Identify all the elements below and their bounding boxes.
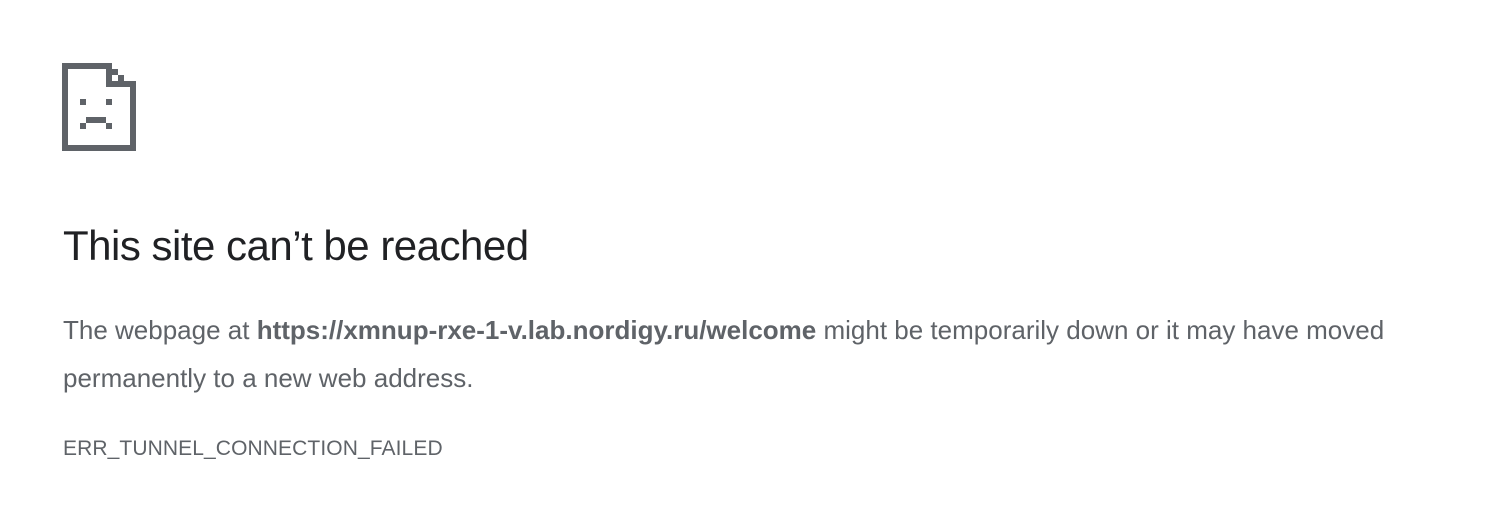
- description-prefix: The webpage at: [63, 315, 257, 345]
- error-code: ERR_TUNNEL_CONNECTION_FAILED: [63, 437, 443, 460]
- error-url: https://xmnup-rxe-1-v.lab.nordigy.ru/wel…: [256, 315, 817, 345]
- error-title: This site can’t be reached: [63, 222, 529, 269]
- error-description: The webpage at https://xmnup-rxe-1-v.lab…: [63, 306, 1453, 402]
- sad-page-icon: [62, 63, 136, 151]
